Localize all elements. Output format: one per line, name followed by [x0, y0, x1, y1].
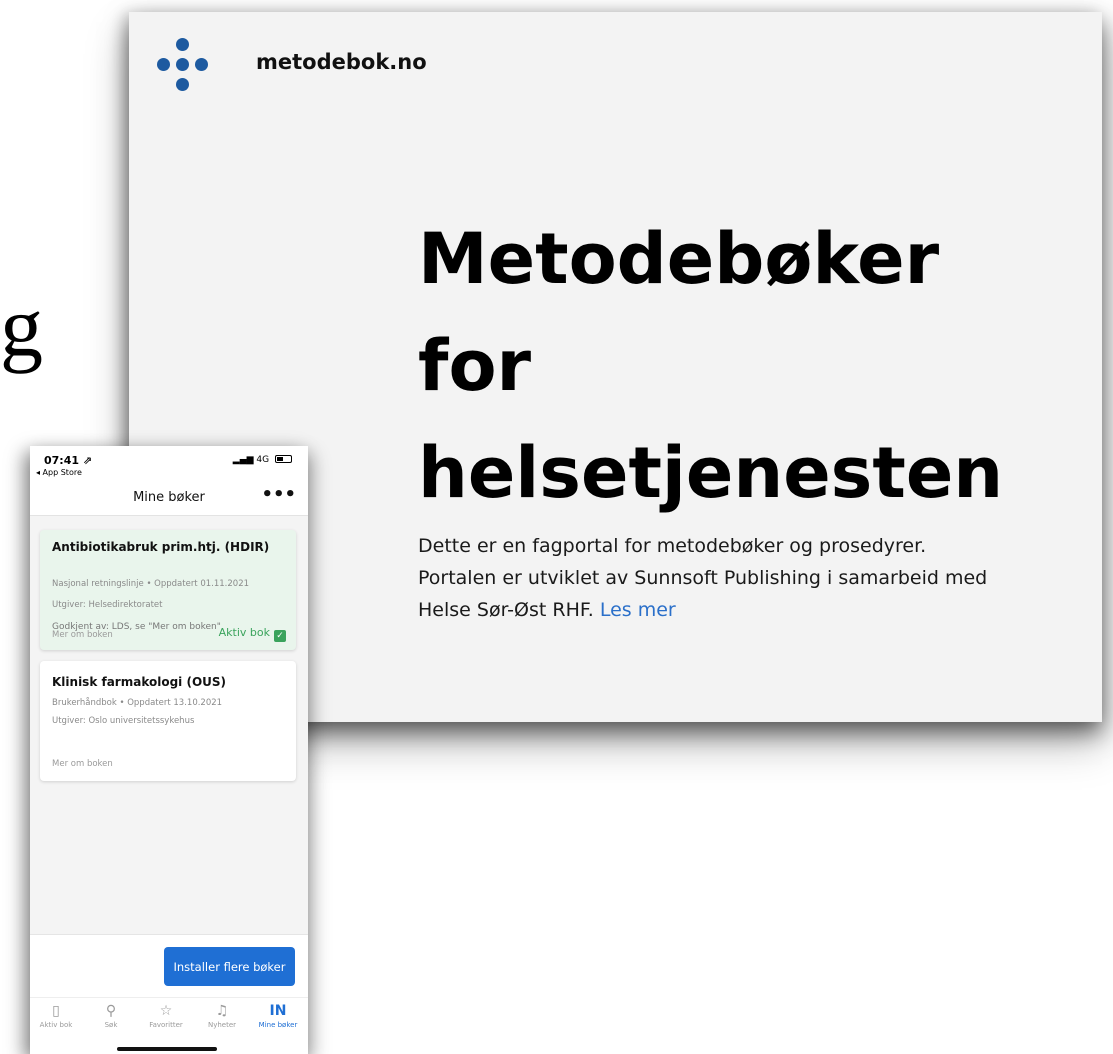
library-icon: IN: [269, 1003, 287, 1019]
hero-title-line: helsetjenesten: [418, 432, 1004, 514]
book-meta: Nasjonal retningslinje • Oppdatert 01.11…: [52, 579, 250, 589]
home-indicator: [117, 1047, 217, 1051]
battery-icon: [275, 455, 292, 463]
more-options-icon[interactable]: •••: [261, 484, 296, 505]
description-line: Helse Sør-Øst RHF.: [418, 599, 594, 621]
search-icon: ⚲: [105, 1003, 117, 1019]
hero-description: Dette er en fagportal for metodebøker og…: [418, 530, 1078, 626]
site-name[interactable]: metodebok.no: [256, 50, 427, 74]
checkbox-checked-icon: ✓: [274, 630, 286, 642]
metodebok-logo-icon[interactable]: [157, 38, 209, 92]
tab-bar: ▯ Aktiv bok ⚲ Søk ☆ Favoritter ♫ Nyheter…: [30, 997, 308, 1037]
nav-bar: Mine bøker •••: [30, 482, 308, 516]
back-to-app-store-link[interactable]: ◂ App Store: [36, 468, 82, 477]
tab-label: Søk: [104, 1021, 118, 1029]
tab-label: Favoritter: [149, 1021, 183, 1029]
book-publisher: Utgiver: Oslo universitetssykehus: [52, 716, 195, 726]
tab-my-books[interactable]: IN Mine bøker: [252, 1002, 304, 1030]
active-book-label: Aktiv bok: [218, 626, 270, 639]
tab-label: Aktiv bok: [39, 1021, 73, 1029]
description-line: Portalen er utviklet av Sunnsoft Publish…: [418, 567, 988, 589]
description-line: Dette er en fagportal for metodebøker og…: [418, 535, 927, 557]
status-indicators: ▂▄▆ 4G: [233, 455, 292, 465]
star-icon: ☆: [159, 1003, 173, 1019]
signal-icon: ▂▄▆: [232, 455, 254, 465]
bottom-area: Installer flere bøker ▯ Aktiv bok ⚲ Søk …: [30, 934, 308, 1054]
status-time: 07:41 ⇗: [44, 454, 93, 467]
bell-icon: ♫: [215, 1003, 229, 1019]
slide-text-fragment: g: [0, 278, 43, 374]
book-meta: Brukerhåndbok • Oppdatert 13.10.2021: [52, 698, 223, 708]
tab-news[interactable]: ♫ Nyheter: [196, 1002, 248, 1030]
book-title: Antibiotikabruk prim.htj. (HDIR): [52, 540, 270, 554]
status-bar: 07:41 ⇗ ◂ App Store ▂▄▆ 4G: [30, 446, 308, 482]
network-type: 4G: [256, 455, 270, 465]
book-publisher: Utgiver: Helsedirektoratet: [52, 600, 163, 610]
book-title: Klinisk farmakologi (OUS): [52, 675, 227, 689]
tab-search[interactable]: ⚲ Søk: [85, 1002, 137, 1030]
book-icon: ▯: [52, 1003, 60, 1019]
description-line-last: Helse Sør-Øst RHF. Les mer: [418, 594, 1078, 626]
book-card[interactable]: Antibiotikabruk prim.htj. (HDIR) Nasjona…: [40, 530, 296, 650]
tab-favorites[interactable]: ☆ Favoritter: [140, 1002, 192, 1030]
hero-title: Metodebøker for helsetjenesten: [418, 206, 1018, 527]
hero-title-line: for: [418, 325, 532, 407]
tab-label: Mine bøker: [258, 1021, 298, 1029]
tab-active-book[interactable]: ▯ Aktiv bok: [30, 1002, 82, 1030]
more-about-book-link[interactable]: Mer om boken: [52, 759, 113, 769]
phone-screenshot: 07:41 ⇗ ◂ App Store ▂▄▆ 4G Mine bøker ••…: [30, 446, 308, 1054]
hero-title-line: Metodebøker: [418, 218, 940, 300]
install-more-books-button[interactable]: Installer flere bøker: [164, 947, 295, 986]
read-more-link[interactable]: Les mer: [600, 599, 676, 621]
active-book-badge[interactable]: Aktiv bok ✓: [219, 626, 286, 642]
more-about-book-link[interactable]: Mer om boken: [52, 630, 113, 640]
book-card[interactable]: Klinisk farmakologi (OUS) Brukerhåndbok …: [40, 661, 296, 781]
tab-label: Nyheter: [207, 1021, 237, 1029]
